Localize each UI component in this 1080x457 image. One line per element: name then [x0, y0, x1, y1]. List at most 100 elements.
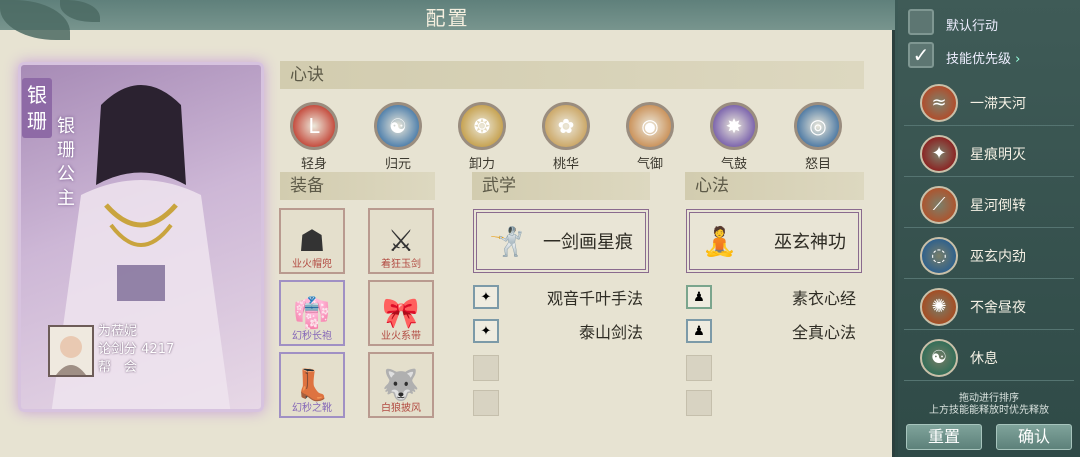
- ability-item[interactable]: ✺ 不舍昼夜: [904, 284, 1074, 330]
- chevron-right-icon: ›: [1015, 52, 1021, 67]
- wuxue-sub-slot[interactable]: ✦ 泰山剑法: [473, 319, 643, 343]
- wuxue-sub-label: 泰山剑法: [578, 323, 643, 342]
- xinjue-skill[interactable]: ◉ 气御: [626, 102, 674, 172]
- priority-hint: 上方技能能释放时优先释放: [929, 405, 1049, 416]
- equipment-slot[interactable]: ⚔ 着狂玉剑: [368, 208, 434, 274]
- ability-label: 不舍昼夜: [970, 299, 1026, 316]
- equipment-label: 业火帽兜: [292, 259, 332, 270]
- player-avatar[interactable]: [48, 325, 94, 377]
- meditate-figure-icon: ♟: [686, 285, 712, 309]
- ability-item[interactable]: ≈ 一滞天河: [904, 80, 1074, 126]
- wuxue-empty-slot[interactable]: [473, 390, 499, 416]
- cloak-icon: 🐺: [382, 367, 420, 403]
- score-label: 论剑分: [98, 342, 138, 357]
- boots-icon: 👢: [293, 367, 331, 403]
- section-header-xinjue: 心诀: [280, 61, 864, 89]
- game-root: 配置 银珊 银珊公主 为莅妮 论剑分 4217 帮 会 心诀 L 轻身 ☯ 归元 ❂ 卸力…: [0, 0, 1080, 457]
- red-glyph-icon: L: [290, 102, 338, 150]
- section-header-xinfa: 心法: [685, 172, 864, 200]
- robe-icon: 👘: [293, 295, 331, 331]
- xinjue-skill[interactable]: ◎ 怒目: [794, 102, 842, 172]
- equipment-label: 着狂玉剑: [381, 259, 421, 270]
- ability-label: 星痕明灭: [970, 146, 1026, 163]
- skill-priority-checkbox[interactable]: ✓: [908, 42, 934, 68]
- river-icon: ≈: [920, 83, 958, 122]
- xinjue-skill-label: 气御: [636, 157, 663, 172]
- confirm-button[interactable]: 确认: [996, 424, 1072, 450]
- reset-button[interactable]: 重置: [906, 424, 982, 450]
- xinjue-skill[interactable]: ❂ 卸力: [458, 102, 506, 172]
- kungfu-figure-icon: 🤺: [489, 224, 524, 258]
- dancer-icon: ✿: [542, 102, 590, 150]
- xinjue-skill[interactable]: ✿ 桃华: [542, 102, 590, 172]
- equipment-slot[interactable]: 🐺 白狼披风: [368, 352, 434, 418]
- ability-item[interactable]: ✦ 星痕明灭: [904, 131, 1074, 177]
- player-score-row: 论剑分 4217: [98, 341, 174, 359]
- ability-item[interactable]: ◌ 巫玄内劲: [904, 233, 1074, 279]
- default-action-label: 默认行动: [946, 19, 999, 34]
- equipment-label: 幻秒之靴: [292, 403, 332, 414]
- section-header-equip: 装备: [280, 172, 435, 200]
- default-action-checkbox[interactable]: [908, 9, 934, 35]
- player-info: 为莅妮 论剑分 4217 帮 会: [98, 323, 174, 377]
- wuxue-sub-slot[interactable]: ✦ 观音千叶手法: [473, 285, 643, 309]
- score-value: 4217: [141, 342, 175, 357]
- vortex-icon: ◉: [626, 102, 674, 150]
- wuxue-empty-slot[interactable]: [473, 355, 499, 381]
- kungfu-figure-icon: ✦: [473, 285, 499, 309]
- ability-label: 一滞天河: [970, 95, 1026, 112]
- sash-icon: 🎀: [382, 295, 420, 331]
- ability-label: 休息: [970, 350, 998, 367]
- xinfa-empty-slot[interactable]: [686, 355, 712, 381]
- xinjue-skill-label: 气鼓: [720, 157, 747, 172]
- meditate-figure-icon: ♟: [686, 319, 712, 343]
- equipment-slot[interactable]: ☗ 业火帽兜: [279, 208, 345, 274]
- xinfa-main-label: 巫玄神功: [774, 232, 846, 253]
- burst-icon: ✺: [920, 287, 958, 326]
- xinfa-sub-slot[interactable]: ♟ 素衣心经: [686, 285, 856, 309]
- meditate-icon: ☯: [920, 338, 958, 377]
- wuxue-main-label: 一剑画星痕: [543, 232, 633, 253]
- xinfa-sub-slot[interactable]: ♟ 全真心法: [686, 319, 856, 343]
- xinjue-skill[interactable]: L 轻身: [290, 102, 338, 172]
- xinfa-empty-slot[interactable]: [686, 390, 712, 416]
- xinfa-sub-label: 全真心法: [791, 323, 856, 342]
- meditate-figure-icon: 🧘: [702, 224, 737, 258]
- flame-icon: ✦: [920, 134, 958, 173]
- xinjue-skill-label: 卸力: [468, 157, 495, 172]
- skill-priority-label: 技能优先级 ›: [946, 48, 1020, 67]
- wuxue-sub-label: 观音千叶手法: [546, 289, 643, 308]
- xinfa-sub-label: 素衣心经: [791, 289, 856, 308]
- xinjue-skill-label: 桃华: [552, 157, 579, 172]
- eye-icon: ◎: [794, 102, 842, 150]
- xinjue-skill-label: 归元: [384, 157, 411, 172]
- guild-label: 帮 会: [98, 360, 138, 375]
- xinjue-skill[interactable]: ☯ 归元: [374, 102, 422, 172]
- skill-priority-panel: [898, 0, 1080, 457]
- xinjue-skill-label: 怒目: [804, 157, 831, 172]
- xinfa-main-slot[interactable]: 🧘 巫玄神功: [686, 209, 862, 273]
- xinjue-skill[interactable]: ✸ 气鼓: [710, 102, 758, 172]
- equipment-slot[interactable]: 🎀 业火系带: [368, 280, 434, 346]
- meditate-icon: ☯: [374, 102, 422, 150]
- ability-item[interactable]: ⟋ 星河倒转: [904, 182, 1074, 228]
- equipment-label: 业火系带: [381, 331, 421, 342]
- config-panel: 配置 银珊 银珊公主 为莅妮 论剑分 4217 帮 会 心诀 L 轻身 ☯ 归元 ❂ 卸力…: [0, 0, 895, 457]
- skill-priority-text: 技能优先级: [946, 52, 1012, 67]
- player-name: 为莅妮: [98, 324, 138, 339]
- ability-label: 星河倒转: [970, 197, 1026, 214]
- slash-icon: ⟋: [920, 185, 958, 224]
- page-title: 配置: [425, 6, 470, 30]
- ability-item[interactable]: ☯ 休息: [904, 335, 1074, 381]
- wuxue-main-slot[interactable]: 🤺 一剑画星痕: [473, 209, 649, 273]
- hood-icon: ☗: [298, 223, 326, 259]
- equipment-label: 幻秒长袍: [292, 331, 332, 342]
- character-name: 银珊: [22, 78, 52, 138]
- kungfu-figure-icon: ✦: [473, 319, 499, 343]
- xinjue-skill-label: 轻身: [300, 157, 327, 172]
- equipment-slot[interactable]: 👢 幻秒之靴: [279, 352, 345, 418]
- equipment-slot[interactable]: 👘 幻秒长袍: [279, 280, 345, 346]
- section-header-wuxue: 武学: [472, 172, 650, 200]
- checkmark-icon: ✓: [912, 43, 930, 67]
- sword-icon: ⚔: [387, 223, 415, 259]
